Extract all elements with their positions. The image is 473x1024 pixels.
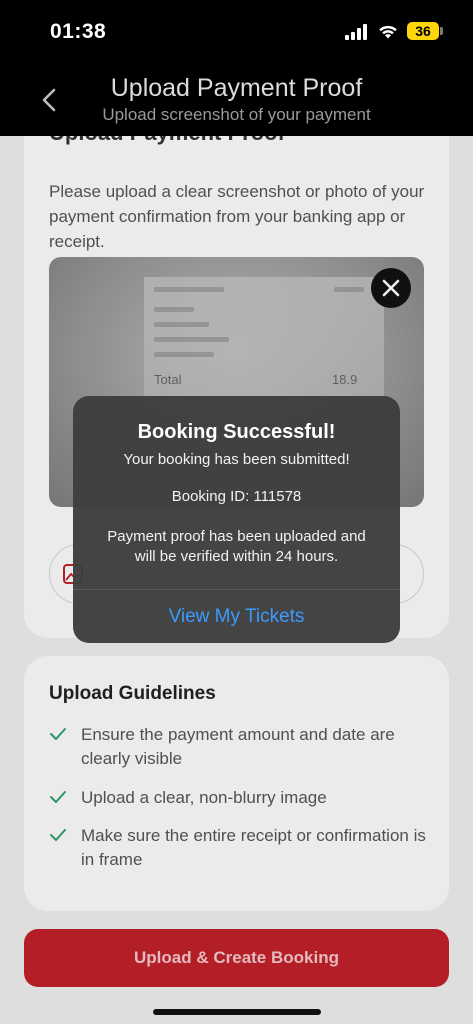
wifi-icon xyxy=(379,25,397,39)
status-time: 01:38 xyxy=(50,20,107,43)
alert-verification-line-1: Payment proof has been uploaded and xyxy=(107,528,366,545)
booking-success-alert: Booking Successful! Your booking has bee… xyxy=(73,396,400,643)
nav-header: Upload Payment Proof Upload screenshot o… xyxy=(0,62,473,136)
alert-message: Your booking has been submitted! xyxy=(123,451,350,468)
alert-booking-id: Booking ID: 111578 xyxy=(171,488,302,505)
app-screen: 01:38 36 Upload Payment Proof Upload scr… xyxy=(0,0,473,1024)
page-subtitle: Upload screenshot of your payment xyxy=(102,105,371,124)
alert-verification-line-2: will be verified within 24 hours. xyxy=(134,548,339,565)
battery-indicator: 36 xyxy=(407,22,439,40)
cellular-signal-icon xyxy=(345,24,367,40)
status-bar: 01:38 36 xyxy=(0,0,473,62)
view-my-tickets-button[interactable]: View My Tickets xyxy=(73,590,400,643)
alert-title: Booking Successful! xyxy=(137,421,336,443)
battery-nub xyxy=(440,27,443,35)
page-title: Upload Payment Proof xyxy=(110,74,363,102)
